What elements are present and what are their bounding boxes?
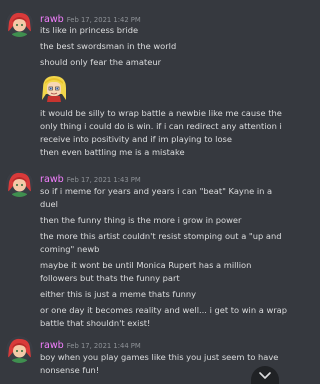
- message-line: or one day it becomes reality and well..…: [40, 305, 287, 315]
- avatar[interactable]: [6, 170, 33, 197]
- message-line: duel: [40, 199, 58, 209]
- avatar-icon: [6, 10, 33, 37]
- message-line: then even battling me is a mistake: [40, 147, 185, 157]
- timestamp: Feb 17, 2021 1:42 PM: [66, 16, 141, 24]
- message-header: rawb Feb 17, 2021 1:44 PM: [40, 336, 141, 351]
- message-line: it would be silly to wrap battle a newbi…: [40, 108, 282, 118]
- message-line: maybe it wont be until Monica Rupert has…: [40, 260, 252, 270]
- jump-to-present-button[interactable]: [251, 366, 279, 384]
- message-line: nonsense fun!: [40, 365, 100, 375]
- message-line: either this is just a meme thats funny: [40, 289, 197, 299]
- timestamp: Feb 17, 2021 1:43 PM: [66, 176, 141, 184]
- chat-message-list: rawb Feb 17, 2021 1:42 PM its like in pri…: [0, 0, 287, 384]
- message-line: only thing i could do is win. if i can r…: [40, 121, 282, 131]
- message-line: the more this artist couldn't resist sto…: [40, 231, 282, 241]
- message-line: battle that shouldn't exist!: [40, 318, 151, 328]
- timestamp: Feb 17, 2021 1:44 PM: [66, 342, 141, 350]
- avatar[interactable]: [6, 336, 33, 363]
- message-line: then the funny thing is the more i grow …: [40, 215, 242, 225]
- avatar[interactable]: [6, 10, 33, 37]
- message-line: so if i meme for years and years i can "…: [40, 186, 273, 196]
- custom-emote[interactable]: [40, 74, 68, 102]
- message-line: should only fear the amateur: [40, 57, 162, 67]
- message-line: boy when you play games like this you ju…: [40, 352, 279, 362]
- message-line: the best swordsman in the world: [40, 41, 177, 51]
- message-line: followers but thats the funny part: [40, 273, 180, 283]
- username[interactable]: rawb: [40, 340, 64, 351]
- message-line: receive into positivity and if im playin…: [40, 134, 232, 144]
- message-header: rawb Feb 17, 2021 1:42 PM: [40, 10, 141, 25]
- username[interactable]: rawb: [40, 14, 64, 25]
- avatar-icon: [6, 170, 33, 197]
- message-line: coming" newb: [40, 244, 100, 254]
- message-line: its like in princess bride: [40, 25, 139, 35]
- message-header: rawb Feb 17, 2021 1:43 PM: [40, 170, 141, 185]
- username[interactable]: rawb: [40, 174, 64, 185]
- blonde-character-emote-icon: [40, 74, 68, 102]
- avatar-icon: [6, 336, 33, 363]
- chevron-down-icon: [259, 372, 271, 379]
